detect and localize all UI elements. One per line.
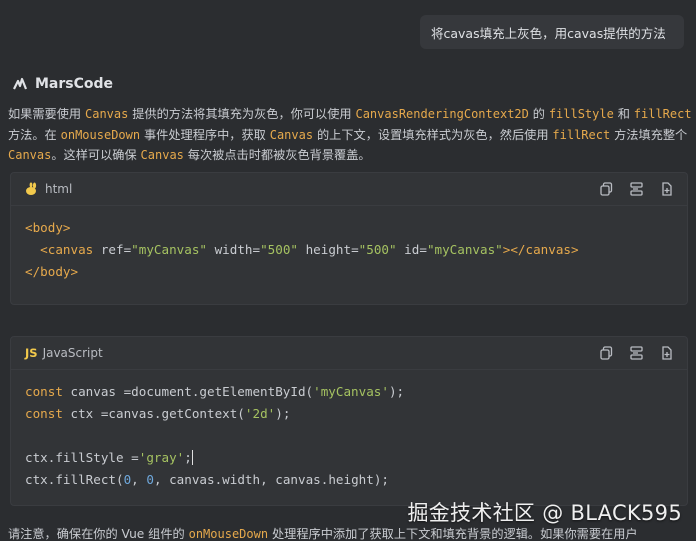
user-message: 将cavas填充上灰色，用cavas提供的方法 (420, 15, 684, 49)
answer-continuation-text: 请注意，确保在你的 Vue 组件的 onMouseDown 处理程序中添加了获取… (8, 527, 638, 541)
code-block-javascript: JS JavaScript const canvas =document.get… (10, 336, 688, 506)
answer-paragraph: 如果需要使用 Canvas 提供的方法将其填充为灰色，你可以使用 CanvasR… (8, 107, 692, 162)
inline-code: Canvas (269, 127, 314, 142)
text-cursor (191, 450, 193, 465)
code-language-label: html (45, 182, 73, 196)
inline-code: onMouseDown (188, 527, 269, 541)
code-content[interactable]: const canvas =document.getElementById('m… (11, 370, 687, 505)
inline-code: onMouseDown (60, 127, 141, 142)
marscode-logo-icon (13, 77, 28, 90)
copy-icon[interactable] (600, 346, 613, 360)
code-language-label: JavaScript (42, 346, 103, 360)
inline-code: Canvas (85, 107, 129, 121)
inline-code: CanvasRenderingContext2D (355, 107, 529, 121)
inline-code: Canvas (8, 148, 52, 162)
inline-code: fillStyle (548, 107, 614, 121)
new-file-icon[interactable] (660, 182, 673, 196)
code-toolbar (600, 182, 673, 196)
code-block-html: html <body> <canvas ref="myCanvas" width… (10, 172, 688, 305)
inline-code: fillRect (633, 107, 692, 121)
code-block-header: JS JavaScript (11, 337, 687, 370)
insert-icon[interactable] (630, 346, 643, 360)
code-block-header: html (11, 173, 687, 206)
new-file-icon[interactable] (660, 346, 673, 360)
assistant-header: MarsCode (12, 74, 113, 94)
assistant-name: MarsCode (35, 76, 114, 92)
insert-icon[interactable] (630, 182, 643, 196)
user-message-text: 将cavas填充上灰色，用cavas提供的方法 (431, 25, 666, 41)
inline-code: fillRect (552, 127, 611, 142)
copy-icon[interactable] (600, 182, 613, 196)
html-language-icon (26, 182, 37, 195)
code-toolbar (600, 346, 673, 360)
javascript-language-icon: JS (25, 346, 38, 360)
code-content[interactable]: <body> <canvas ref="myCanvas" width="500… (11, 206, 687, 297)
inline-code: Canvas (140, 148, 184, 162)
watermark: 掘金技术社区 @ BLACK595 (407, 501, 682, 525)
